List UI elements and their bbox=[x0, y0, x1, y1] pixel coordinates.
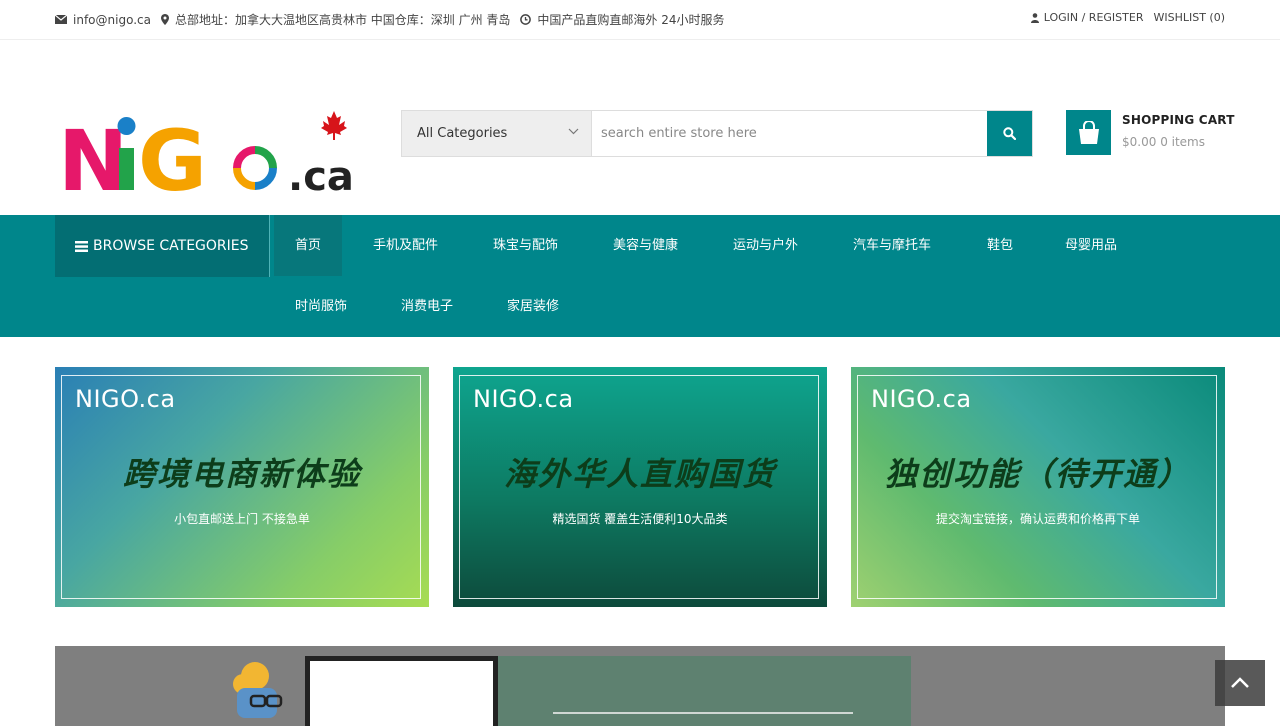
cart-total-line: $0.00 0 items bbox=[1122, 135, 1235, 149]
cart-button[interactable] bbox=[1066, 110, 1111, 155]
email-text[interactable]: info@nigo.ca bbox=[73, 13, 151, 27]
banner-slogan: 海外华人直购国货 bbox=[503, 455, 776, 493]
chevron-down-icon bbox=[568, 128, 579, 135]
banner-subtitle: 小包直邮送上门 不接急单 bbox=[174, 512, 310, 526]
banner-brand: NIGO.ca bbox=[75, 385, 176, 413]
banner-brand: NIGO.ca bbox=[871, 385, 972, 413]
cart-total: $0.00 bbox=[1122, 135, 1157, 149]
promo-white-panel bbox=[305, 656, 498, 726]
map-marker-icon bbox=[160, 14, 169, 25]
nav-item-phones[interactable]: 手机及配件 bbox=[373, 215, 438, 276]
nav-item-shoes-bags[interactable]: 鞋包 bbox=[987, 215, 1013, 276]
top-bar-account: LOGIN / REGISTER WISHLIST (0) bbox=[1030, 11, 1225, 24]
shopping-cart[interactable]: SHOPPING CART $0.00 0 items bbox=[1066, 110, 1235, 155]
logo-i-stem bbox=[119, 148, 134, 190]
category-select-value: All Categories bbox=[417, 126, 508, 141]
envelope-icon bbox=[55, 15, 67, 24]
banner-brand: NIGO.ca bbox=[473, 385, 574, 413]
promo-divider-line bbox=[553, 712, 853, 714]
banner-subtitle: 提交淘宝链接，确认运费和价格再下单 bbox=[935, 512, 1140, 526]
nigo-logo[interactable]: N G .ca bbox=[58, 110, 358, 200]
email-info[interactable]: info@nigo.ca bbox=[55, 13, 151, 27]
clock-icon bbox=[520, 14, 532, 25]
nav-item-electronics[interactable]: 消费电子 bbox=[401, 276, 453, 337]
nav-item-sports[interactable]: 运动与户外 bbox=[733, 215, 798, 276]
nav-item-jewelry[interactable]: 珠宝与配饰 bbox=[493, 215, 558, 276]
banner-slogan: 独创功能（待开通） bbox=[884, 455, 1191, 493]
promo-banners: NIGO.ca 跨境电商新体验 小包直邮送上门 不接急单 NIGO.ca 海外华… bbox=[55, 367, 1225, 607]
service-info: 中国产品直购直邮海外 24小时服务 bbox=[520, 11, 725, 28]
address-text: 总部地址：加拿大大温地区高贵林市 中国仓库：深圳 广州 青岛 bbox=[174, 13, 511, 27]
nav-item-home[interactable]: 首页 bbox=[274, 215, 343, 276]
banner-cross-border[interactable]: NIGO.ca 跨境电商新体验 小包直邮送上门 不接急单 bbox=[55, 367, 429, 607]
promo-image-strip[interactable] bbox=[55, 646, 1225, 726]
banner-subtitle: 精选国货 覆盖生活便利10大品类 bbox=[552, 512, 728, 526]
main-navigation: BROWSE CATEGORIES 首页 手机及配件 珠宝与配饰 美容与健康 运… bbox=[0, 215, 1280, 337]
logo-suffix: .ca bbox=[288, 154, 354, 200]
nav-item-auto[interactable]: 汽车与摩托车 bbox=[853, 215, 931, 276]
nav-divider bbox=[269, 215, 270, 277]
user-icon bbox=[1030, 12, 1039, 23]
menu-icon bbox=[75, 240, 88, 252]
top-bar-info: info@nigo.ca 总部地址：加拿大大温地区高贵林市 中国仓库：深圳 广州… bbox=[55, 11, 735, 28]
cart-title: SHOPPING CART bbox=[1122, 113, 1235, 127]
maple-leaf-icon bbox=[321, 111, 347, 140]
nav-item-home-improvement[interactable]: 家居装修 bbox=[507, 276, 559, 337]
logo-i-dot bbox=[117, 117, 136, 135]
nav-item-baby[interactable]: 母婴用品 bbox=[1065, 215, 1117, 276]
search-input[interactable] bbox=[592, 111, 987, 156]
wishlist-link[interactable]: WISHLIST (0) bbox=[1153, 11, 1225, 24]
login-register-link[interactable]: LOGIN / REGISTER bbox=[1030, 11, 1144, 24]
address-info: 总部地址：加拿大大温地区高贵林市 中国仓库：深圳 广州 青岛 bbox=[160, 11, 511, 28]
browse-categories-button[interactable]: BROWSE CATEGORIES bbox=[55, 215, 269, 277]
search-bar: All Categories bbox=[401, 110, 1033, 157]
top-bar: info@nigo.ca 总部地址：加拿大大温地区高贵林市 中国仓库：深圳 广州… bbox=[0, 0, 1280, 40]
back-to-top-button[interactable] bbox=[1215, 660, 1265, 706]
cart-item-count: 0 items bbox=[1160, 135, 1205, 149]
character-illustration bbox=[233, 662, 283, 718]
banner-direct-purchase[interactable]: NIGO.ca 海外华人直购国货 精选国货 覆盖生活便利10大品类 bbox=[453, 367, 827, 607]
login-register-label[interactable]: LOGIN / REGISTER bbox=[1044, 11, 1144, 24]
logo-letter-g: G bbox=[138, 112, 207, 200]
header: N G .ca All Categories SHOPPING CART bbox=[0, 40, 1280, 215]
logo-o-ring bbox=[233, 146, 277, 190]
banner-slogan: 跨境电商新体验 bbox=[122, 455, 361, 493]
cart-summary[interactable]: SHOPPING CART $0.00 0 items bbox=[1122, 110, 1235, 155]
chevron-up-icon bbox=[1231, 677, 1249, 688]
browse-categories-label: BROWSE CATEGORIES bbox=[93, 238, 249, 254]
nav-item-beauty[interactable]: 美容与健康 bbox=[613, 215, 678, 276]
banner-unique-feature[interactable]: NIGO.ca 独创功能（待开通） 提交淘宝链接，确认运费和价格再下单 bbox=[851, 367, 1225, 607]
search-button[interactable] bbox=[987, 111, 1032, 156]
shopping-bag-icon bbox=[1078, 120, 1099, 144]
nav-item-fashion[interactable]: 时尚服饰 bbox=[295, 276, 347, 337]
service-text: 中国产品直购直邮海外 24小时服务 bbox=[537, 13, 725, 27]
promo-green-panel bbox=[498, 656, 911, 726]
search-icon bbox=[1003, 127, 1016, 140]
category-select[interactable]: All Categories bbox=[402, 111, 592, 156]
